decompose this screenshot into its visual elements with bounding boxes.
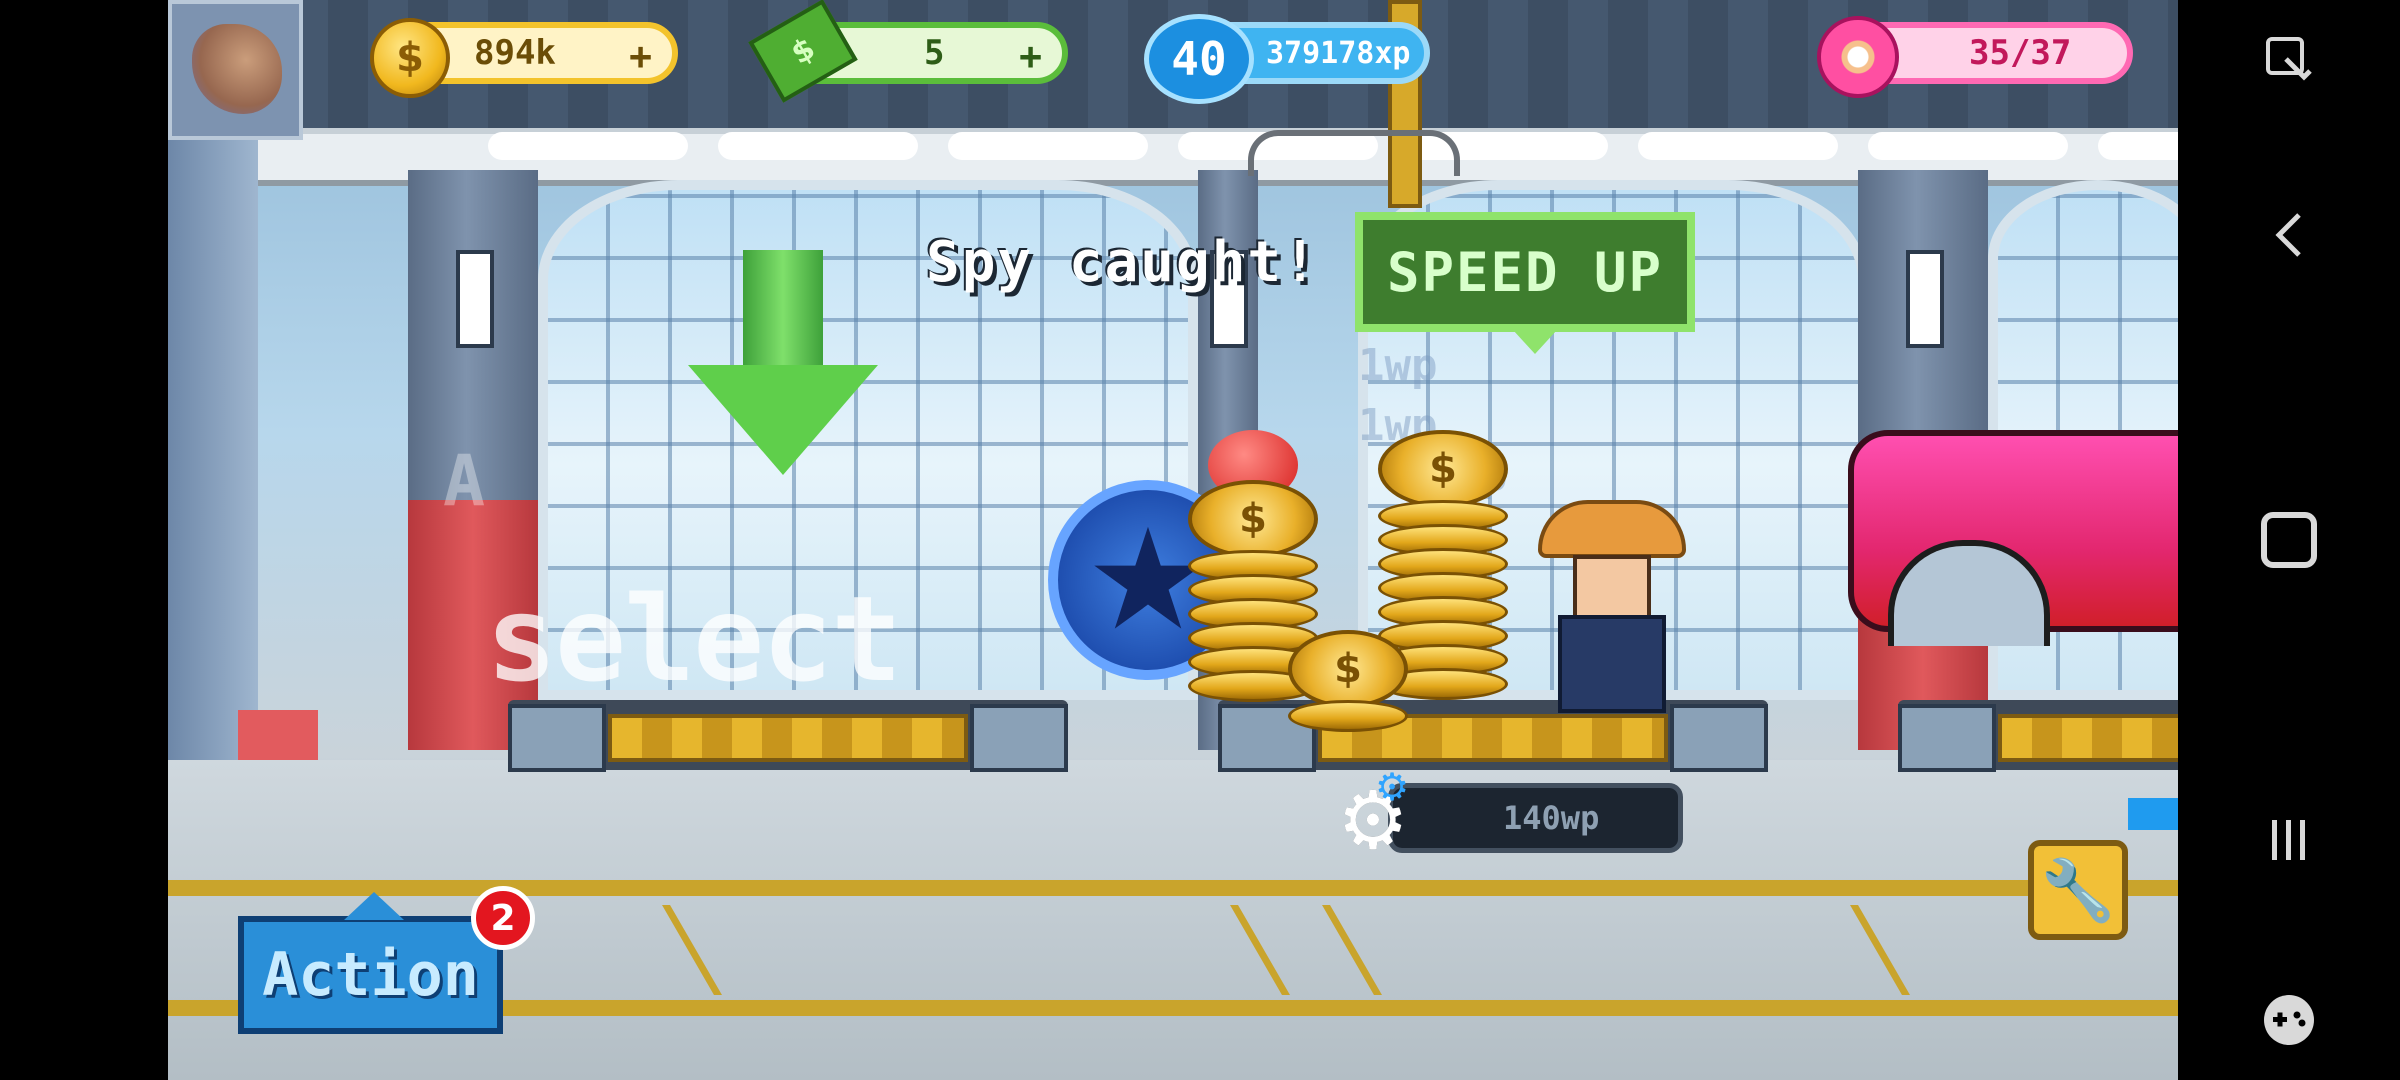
rail-segment <box>488 132 688 160</box>
add-cash-button[interactable]: + <box>1019 34 1042 78</box>
xp-counter[interactable]: 40 379178xp <box>1144 14 1430 104</box>
spy-caught-message: Spy caught! <box>926 230 1319 295</box>
spy-character <box>1538 500 1686 713</box>
pink-car-body <box>1848 400 2178 646</box>
rail-segment <box>1868 132 2068 160</box>
floor-tile <box>662 905 1290 995</box>
recents-icon[interactable] <box>2254 805 2324 875</box>
rail-segment <box>2098 132 2178 160</box>
select-prompt[interactable]: select <box>486 570 902 708</box>
coin-stack: $ <box>1288 630 1408 732</box>
wrench-icon[interactable]: 🔧 <box>2028 840 2128 940</box>
system-nav-bar <box>2178 0 2400 1080</box>
level-badge-icon: 40 <box>1144 14 1254 104</box>
back-icon[interactable] <box>2254 200 2324 270</box>
game-screen[interactable]: A A select 1wp 1wp 1wp ★ $ $ <box>168 0 2178 1080</box>
donut-value: 35/37 <box>1969 33 2072 73</box>
rail-segment <box>718 132 918 160</box>
floor-tile <box>1322 905 1910 995</box>
game-controller-icon[interactable] <box>2254 985 2324 1055</box>
screenshot-edit-icon[interactable] <box>2254 25 2324 95</box>
rail-segment <box>1638 132 1838 160</box>
donut-icon <box>1817 16 1899 98</box>
cash-counter[interactable]: $ 5 + <box>748 0 1068 103</box>
down-arrow-icon <box>688 250 878 480</box>
workpoints-bar: 140wp <box>1388 783 1683 853</box>
floor-stripe <box>168 880 2178 896</box>
side-tab[interactable] <box>2128 798 2178 830</box>
floating-wp: 1wp <box>1358 340 1438 391</box>
conveyor-belt <box>1898 700 2178 772</box>
coin-value: 894k <box>474 33 556 73</box>
avatar[interactable] <box>168 0 303 140</box>
home-icon[interactable] <box>2254 505 2324 575</box>
small-gear-icon: ⚙ <box>1375 765 1410 809</box>
speed-up-button[interactable]: SPEED UP <box>1355 212 1695 354</box>
action-notification-badge: 2 <box>471 886 535 950</box>
pillar-letter: A <box>443 440 486 522</box>
conveyor-belt <box>508 700 1068 772</box>
cash-value: 5 <box>924 33 945 73</box>
add-coins-button[interactable]: + <box>629 34 652 78</box>
action-button[interactable]: Action <box>238 892 503 1034</box>
left-wall <box>168 130 318 940</box>
dollar-coin-icon: $ <box>370 18 450 98</box>
donut-counter[interactable]: 35/37 <box>1817 16 2133 98</box>
rail-segment <box>948 132 1148 160</box>
xp-value: 379178xp <box>1266 35 1411 71</box>
coin-counter[interactable]: $ 894k + <box>370 18 678 98</box>
